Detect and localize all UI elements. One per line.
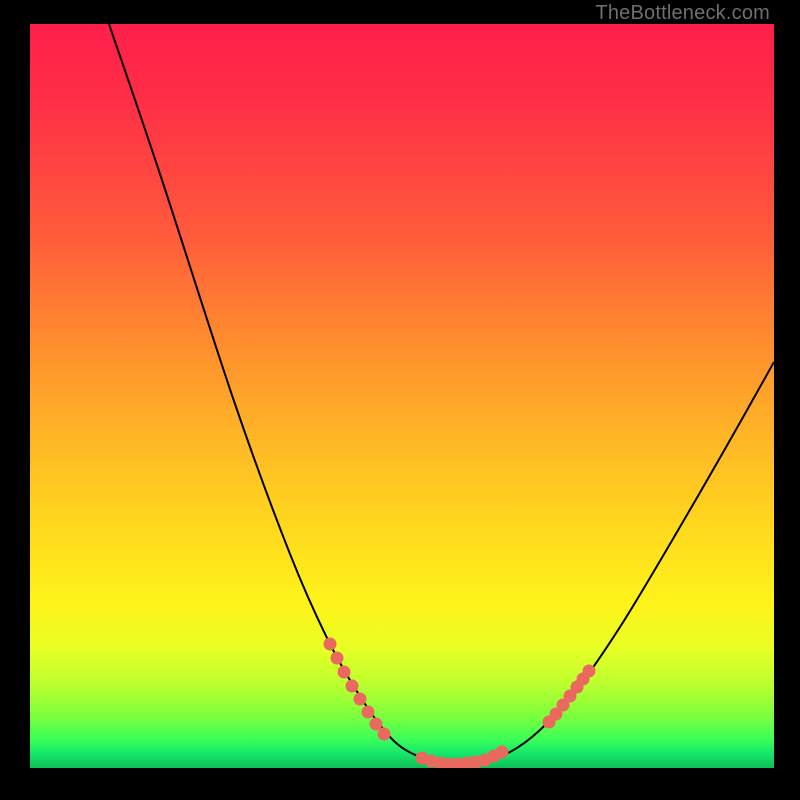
chart-frame: TheBottleneck.com <box>0 0 800 800</box>
data-point-marker <box>583 665 596 678</box>
watermark-text: TheBottleneck.com <box>595 2 770 25</box>
data-point-marker <box>378 728 391 741</box>
plot-area <box>30 24 774 768</box>
data-point-marker <box>338 666 351 679</box>
curve-markers <box>324 638 596 769</box>
data-point-marker <box>354 693 367 706</box>
curve-layer <box>30 24 774 768</box>
data-point-marker <box>324 638 337 651</box>
bottleneck-curve <box>109 24 774 764</box>
data-point-marker <box>346 680 359 693</box>
data-point-marker <box>331 652 344 665</box>
data-point-marker <box>496 746 509 759</box>
data-point-marker <box>362 706 375 719</box>
